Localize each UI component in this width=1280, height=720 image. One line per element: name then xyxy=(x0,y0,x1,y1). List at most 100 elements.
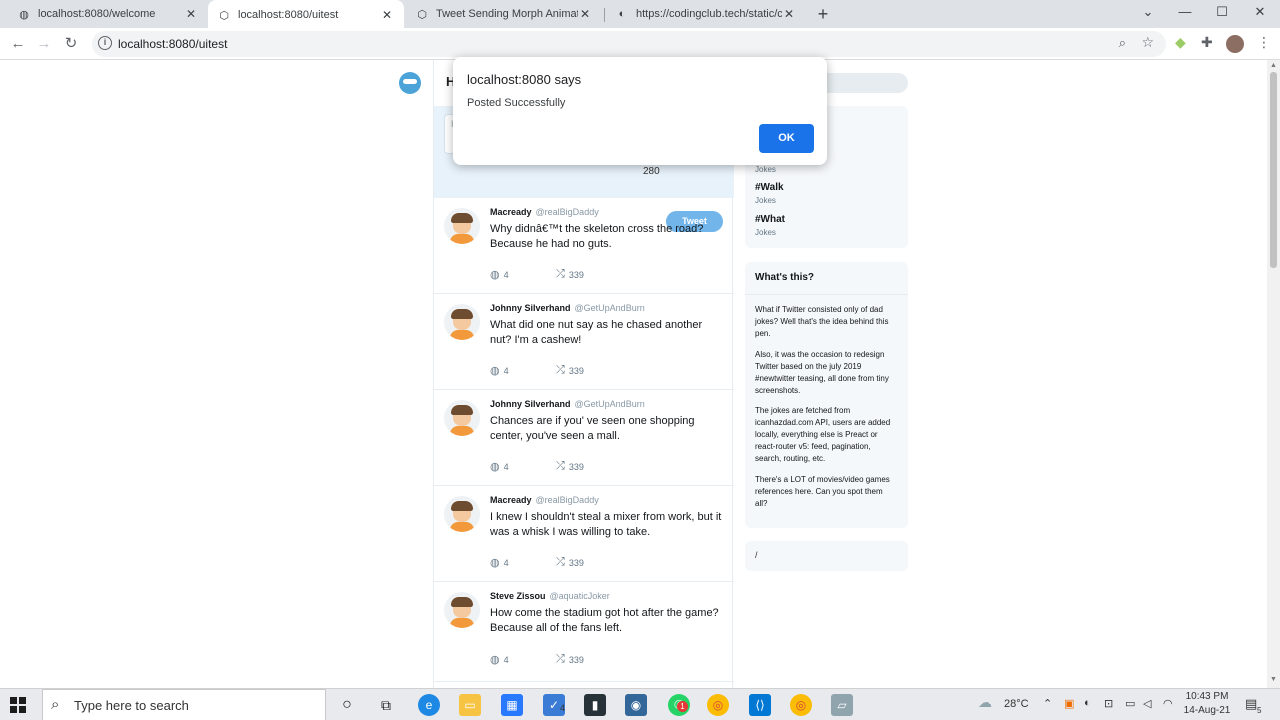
retweet-count[interactable]: ⤮ 339 xyxy=(556,653,584,666)
tab-search-icon[interactable]: ⌄ xyxy=(1138,4,1158,20)
tweet-author[interactable]: Steve Zissou @aquaticJoker xyxy=(490,591,610,601)
calendar-icon[interactable]: ▦ xyxy=(501,694,523,716)
weather-icon[interactable]: ☁ xyxy=(978,694,992,711)
extensions-puzzle-icon[interactable]: ✚ xyxy=(1201,34,1213,51)
reply-icon: ◍ xyxy=(490,654,500,666)
taskbar-search[interactable]: ⌕ Type here to search xyxy=(42,689,326,720)
close-tab-icon[interactable]: ✕ xyxy=(184,7,198,21)
avatar[interactable] xyxy=(444,208,480,244)
reload-icon[interactable]: ↻ xyxy=(61,34,81,54)
tweet-text: Why didnâ€™t the skeleton cross the road… xyxy=(490,223,704,250)
cortana-icon[interactable]: ○ xyxy=(336,694,358,716)
tweet-author[interactable]: Macready @realBigDaddy xyxy=(490,495,599,505)
whatsapp-badge: 1 xyxy=(677,701,688,712)
notifications-badge: 5 xyxy=(1257,706,1262,715)
zoom-icon[interactable]: ⌕ xyxy=(1119,35,1126,51)
trend-item[interactable]: #Walk Jokes xyxy=(755,182,784,205)
tweet-handle[interactable]: @aquaticJoker xyxy=(550,591,610,601)
forward-arrow-icon[interactable]: → xyxy=(34,34,54,54)
scroll-down-icon[interactable]: ▼ xyxy=(1270,676,1277,683)
close-tab-icon[interactable]: ✕ xyxy=(380,8,394,22)
tray-app-icon[interactable]: ⊡ xyxy=(1104,697,1113,710)
tweet-author[interactable]: Macready @realBigDaddy xyxy=(490,207,599,217)
retweet-icon: ⤮ xyxy=(556,653,565,665)
windows-start-icon[interactable] xyxy=(10,697,26,713)
tab-tweet-morph[interactable]: ⬡ Tweet Sending Morph Animation ✕ xyxy=(406,0,602,28)
battery-icon[interactable]: ▭ xyxy=(1125,697,1135,710)
trend-category: Jokes xyxy=(755,165,776,174)
bulb-icon: ◐ xyxy=(618,8,626,20)
wifi-icon[interactable]: ◠ xyxy=(1163,697,1173,710)
temperature-text[interactable]: 28°C xyxy=(1004,698,1029,710)
vscode-icon[interactable]: ⟨⟩ xyxy=(749,694,771,716)
volume-icon[interactable]: ◁ xyxy=(1143,697,1151,710)
postgres-icon[interactable]: ◉ xyxy=(625,694,647,716)
tray-app-icon[interactable]: ◐ xyxy=(1084,697,1091,709)
url-text[interactable]: localhost:8080/uitest xyxy=(118,37,227,51)
scroll-up-icon[interactable]: ▲ xyxy=(1270,62,1277,69)
retweet-count[interactable]: ⤮ 339 xyxy=(556,460,584,473)
file-explorer-icon[interactable]: ▭ xyxy=(459,694,481,716)
profile-avatar[interactable] xyxy=(1226,35,1244,53)
site-info-icon[interactable]: i xyxy=(98,36,112,50)
task-view-icon[interactable]: ⧉ xyxy=(375,694,397,716)
avatar[interactable] xyxy=(444,496,480,532)
reply-icon: ◍ xyxy=(490,461,500,473)
tab-title: Tweet Sending Morph Animation xyxy=(436,8,578,20)
tweet-item[interactable]: Johnny Silverhand @GetUpAndBurn Chances a… xyxy=(434,390,734,486)
close-tab-icon[interactable]: ✕ xyxy=(578,7,592,21)
browser-tab-strip: ◍ localhost:8080/welcome ✕ ⬡ localhost:8… xyxy=(0,0,1280,30)
minimize-icon[interactable]: — xyxy=(1175,4,1195,19)
back-arrow-icon[interactable]: ← xyxy=(8,34,28,54)
reply-count[interactable]: ◍ 4 xyxy=(490,364,509,377)
retweet-count[interactable]: ⤮ 339 xyxy=(556,556,584,569)
tab-codingclub[interactable]: ◐ https://codingclub.tech/static/co ✕ xyxy=(606,0,806,28)
tweet-author[interactable]: Johnny Silverhand @GetUpAndBurn xyxy=(490,399,645,409)
terminal-icon[interactable]: ▮ xyxy=(584,694,606,716)
tweet-handle[interactable]: @realBigDaddy xyxy=(536,495,599,505)
date-text: 14-Aug-21 xyxy=(1183,705,1231,716)
app-logo-icon[interactable] xyxy=(399,72,421,94)
retweet-count[interactable]: ⤮ 339 xyxy=(556,268,584,281)
avatar[interactable] xyxy=(444,400,480,436)
tweet-item[interactable]: Steve Zissou @aquaticJoker How come the s… xyxy=(434,582,734,682)
trend-item[interactable]: #What Jokes xyxy=(755,214,785,237)
reply-count[interactable]: ◍ 4 xyxy=(490,556,509,569)
maximize-icon[interactable]: ☐ xyxy=(1212,4,1232,20)
new-tab-button[interactable]: + xyxy=(813,4,833,24)
avatar[interactable] xyxy=(444,304,480,340)
notifications-icon[interactable]: ▤ xyxy=(1245,696,1257,712)
avatar[interactable] xyxy=(444,592,480,628)
tweet-author[interactable]: Johnny Silverhand @GetUpAndBurn xyxy=(490,303,645,313)
edge-icon[interactable]: e xyxy=(418,694,440,716)
reply-count[interactable]: ◍ 4 xyxy=(490,460,509,473)
reply-count[interactable]: ◍ 4 xyxy=(490,653,509,666)
dialog-title: localhost:8080 says xyxy=(467,72,582,87)
close-window-icon[interactable]: ✕ xyxy=(1250,4,1270,20)
tweet-handle[interactable]: @GetUpAndBurn xyxy=(575,303,645,313)
chrome-icon[interactable]: ◎ xyxy=(707,694,729,716)
tweet-handle[interactable]: @realBigDaddy xyxy=(536,207,599,217)
chrome-profile-icon[interactable]: ◎ xyxy=(790,694,812,716)
tab-uitest[interactable]: ⬡ localhost:8080/uitest ✕ xyxy=(208,0,404,30)
menu-kebab-icon[interactable]: ⋮ xyxy=(1257,34,1271,51)
tab-divider xyxy=(604,8,605,22)
ok-button[interactable]: OK xyxy=(759,124,814,153)
page-scrollbar[interactable]: ▲ ▼ xyxy=(1267,60,1280,688)
tray-app-icon[interactable]: ▣ xyxy=(1064,697,1074,710)
tweet-handle[interactable]: @GetUpAndBurn xyxy=(575,399,645,409)
extension-leaf-icon[interactable]: ◆ xyxy=(1175,34,1186,51)
bookmark-star-icon[interactable]: ☆ xyxy=(1141,34,1154,51)
chevron-up-icon[interactable]: ⌃ xyxy=(1043,697,1052,710)
app-window-icon[interactable]: ▱ xyxy=(831,694,853,716)
scrollbar-thumb[interactable] xyxy=(1270,72,1277,268)
tweet-item[interactable]: Macready @realBigDaddy Why didnâ€™t the s… xyxy=(434,198,734,294)
reply-count[interactable]: ◍ 4 xyxy=(490,268,509,281)
tweet-item[interactable]: Macready @realBigDaddy I knew I shouldn't… xyxy=(434,486,734,582)
close-tab-icon[interactable]: ✕ xyxy=(782,7,796,21)
address-bar[interactable]: i localhost:8080/uitest ⌕ ☆ xyxy=(92,31,1166,57)
tab-welcome[interactable]: ◍ localhost:8080/welcome ✕ xyxy=(8,0,208,28)
retweet-count[interactable]: ⤮ 339 xyxy=(556,364,584,377)
system-clock[interactable]: 10:43 PM 14-Aug-21 xyxy=(1182,690,1232,718)
tweet-item[interactable]: Johnny Silverhand @GetUpAndBurn What did … xyxy=(434,294,734,390)
